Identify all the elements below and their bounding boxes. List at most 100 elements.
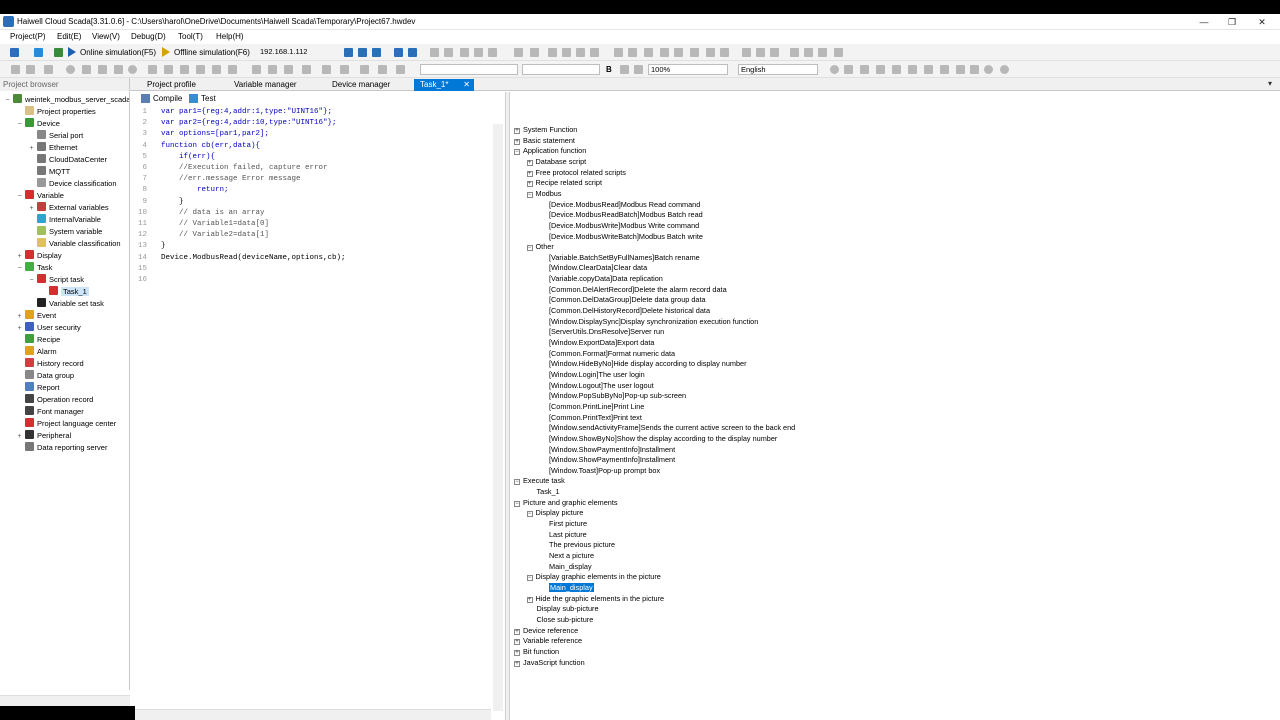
copy-icon[interactable] [474,48,483,57]
node-icon[interactable] [228,65,237,74]
line-end-icon[interactable] [396,65,405,74]
expand-toggle-icon[interactable]: − [514,479,520,486]
text-icon[interactable] [212,65,221,74]
close-tab-icon[interactable]: ✕ [463,79,470,91]
line-style-icon[interactable] [360,65,369,74]
tree-item[interactable]: InternalVariable [28,214,101,226]
tree-item[interactable]: CloudDataCenter [28,154,107,166]
expand-toggle-icon[interactable]: + [514,128,520,134]
ellipse-icon[interactable] [66,65,75,74]
menu-tool[interactable]: Tool(T) [178,32,203,41]
function-tree-item[interactable]: + Device reference [514,626,578,636]
align-left-icon[interactable] [614,48,623,57]
language-select[interactable]: English [738,64,818,75]
build-icon[interactable] [372,48,381,57]
menu-debug[interactable]: Debug(D) [131,32,166,41]
tree-item[interactable]: − Device [16,118,60,130]
forward-icon[interactable] [590,48,599,57]
tree-item[interactable]: Task_1 [40,286,89,298]
font-family-select[interactable] [420,64,518,75]
function-tree-item[interactable]: [Window.Logout]The user logout [539,381,654,391]
tree-item[interactable]: Variable set task [28,298,104,310]
editor-vertical-scrollbar[interactable] [493,124,503,711]
tree-item[interactable]: System variable [28,226,102,238]
bold-button[interactable]: B [606,65,612,74]
globe-icon[interactable] [984,65,993,74]
upload-icon[interactable] [358,48,367,57]
function-tree-item[interactable]: [Device.ModbusWriteBatch]Modbus Batch wr… [539,232,703,242]
expand-toggle-icon[interactable]: + [526,596,533,603]
function-tree-item[interactable]: Last picture [539,530,587,540]
line-width-icon[interactable] [340,65,349,74]
code-line[interactable]: function cb(err,data){ [161,142,260,150]
offline-simulation-button[interactable]: Offline simulation(F6) [174,48,250,57]
expand-toggle-icon[interactable]: + [514,660,520,667]
function-tree-item[interactable]: [Window.Toast]Pop-up prompt box [539,466,660,476]
expand-toggle-icon[interactable]: + [514,138,520,145]
tree-item[interactable]: − Variable [16,190,64,202]
undo-icon[interactable] [430,48,439,57]
function-tree-item[interactable]: [Common.PrintText]Print text [539,413,642,423]
tree-item[interactable]: Data reporting server [16,442,107,454]
function-tree-item[interactable]: [Window.ExportData]Export data [539,338,654,348]
restore-button[interactable]: ❐ [1218,15,1246,29]
function-tree-item[interactable]: [Common.DelAlertRecord]Delete the alarm … [539,285,727,295]
align-bottom-icon[interactable] [690,48,699,57]
frame-icon[interactable] [940,65,949,74]
code-line[interactable]: if(err){ [161,153,215,161]
font-size-select[interactable] [522,64,600,75]
italic-icon[interactable] [620,65,629,74]
expand-toggle-icon[interactable]: − [16,263,23,275]
arc-icon[interactable] [148,65,157,74]
expand-toggle-icon[interactable]: − [514,149,520,156]
rotate-right-icon[interactable] [834,48,843,57]
pen-icon[interactable] [196,65,205,74]
function-tree-item[interactable]: First picture [539,519,587,529]
expand-toggle-icon[interactable]: − [4,95,11,107]
zoom-select[interactable]: 100% [648,64,728,75]
expand-toggle-icon[interactable]: − [16,119,23,131]
function-tree-item[interactable]: [Variable.copyData]Data replication [539,274,663,284]
tree-item[interactable]: + Display [16,250,62,262]
function-tree-item[interactable]: [Window.DisplaySync]Display synchronizat… [539,317,758,327]
function-tree-item[interactable]: + Database script [526,157,586,167]
tab-project-profile[interactable]: Project profile [147,79,196,91]
function-tree-item[interactable]: The previous picture [539,540,615,550]
expand-toggle-icon[interactable]: − [16,191,23,203]
flip-v-icon[interactable] [804,48,813,57]
editor-horizontal-scrollbar[interactable] [135,709,491,720]
bring-front-icon[interactable] [562,48,571,57]
align-center-icon[interactable] [628,48,637,57]
function-tree-item[interactable]: [Device.ModbusReadBatch]Modbus Batch rea… [539,210,703,220]
polyline-icon[interactable] [180,65,189,74]
function-tree-item[interactable]: [Window.sendActivityFrame]Sends the curr… [539,423,795,433]
tree-item[interactable]: Operation record [16,394,93,406]
function-tree-item[interactable]: + Free protocol related scripts [526,168,626,178]
code-line[interactable]: } [161,242,166,250]
table-icon[interactable] [876,65,885,74]
code-line[interactable]: // Variable2=data[1] [161,231,269,239]
online-simulation-button[interactable]: Online simulation(F5) [80,48,156,57]
same-height-icon[interactable] [756,48,765,57]
flip-h-icon[interactable] [790,48,799,57]
circle-icon[interactable] [128,65,137,74]
expand-toggle-icon[interactable]: − [514,500,520,507]
function-tree-item[interactable]: [Variable.BatchSetByFullNames]Batch rena… [539,253,700,263]
line-color-icon[interactable] [322,65,331,74]
expand-toggle-icon[interactable]: + [514,628,520,635]
distribute-h-icon[interactable] [706,48,715,57]
layer-icon[interactable] [548,48,557,57]
function-tree-item[interactable]: + Hide the graphic elements in the pictur… [526,594,664,604]
function-tree-item[interactable]: [Window.PopSubByNo]Pop-up sub-screen [539,391,686,401]
function-tree-item[interactable]: Display sub-picture [527,604,599,614]
tree-item[interactable]: − Script task [28,274,84,286]
new-icon[interactable] [10,48,19,57]
test-button[interactable]: Test [201,94,216,103]
same-width-icon[interactable] [742,48,751,57]
function-tree-item[interactable]: [Window.ShowByNo]Show the display accord… [539,434,777,444]
function-tree-item[interactable]: + JavaScript function [514,658,585,668]
line-icon[interactable] [82,65,91,74]
diamond-icon[interactable] [98,65,107,74]
code-line[interactable]: var options=[par1,par2]; [161,130,269,138]
select-icon[interactable] [26,65,35,74]
